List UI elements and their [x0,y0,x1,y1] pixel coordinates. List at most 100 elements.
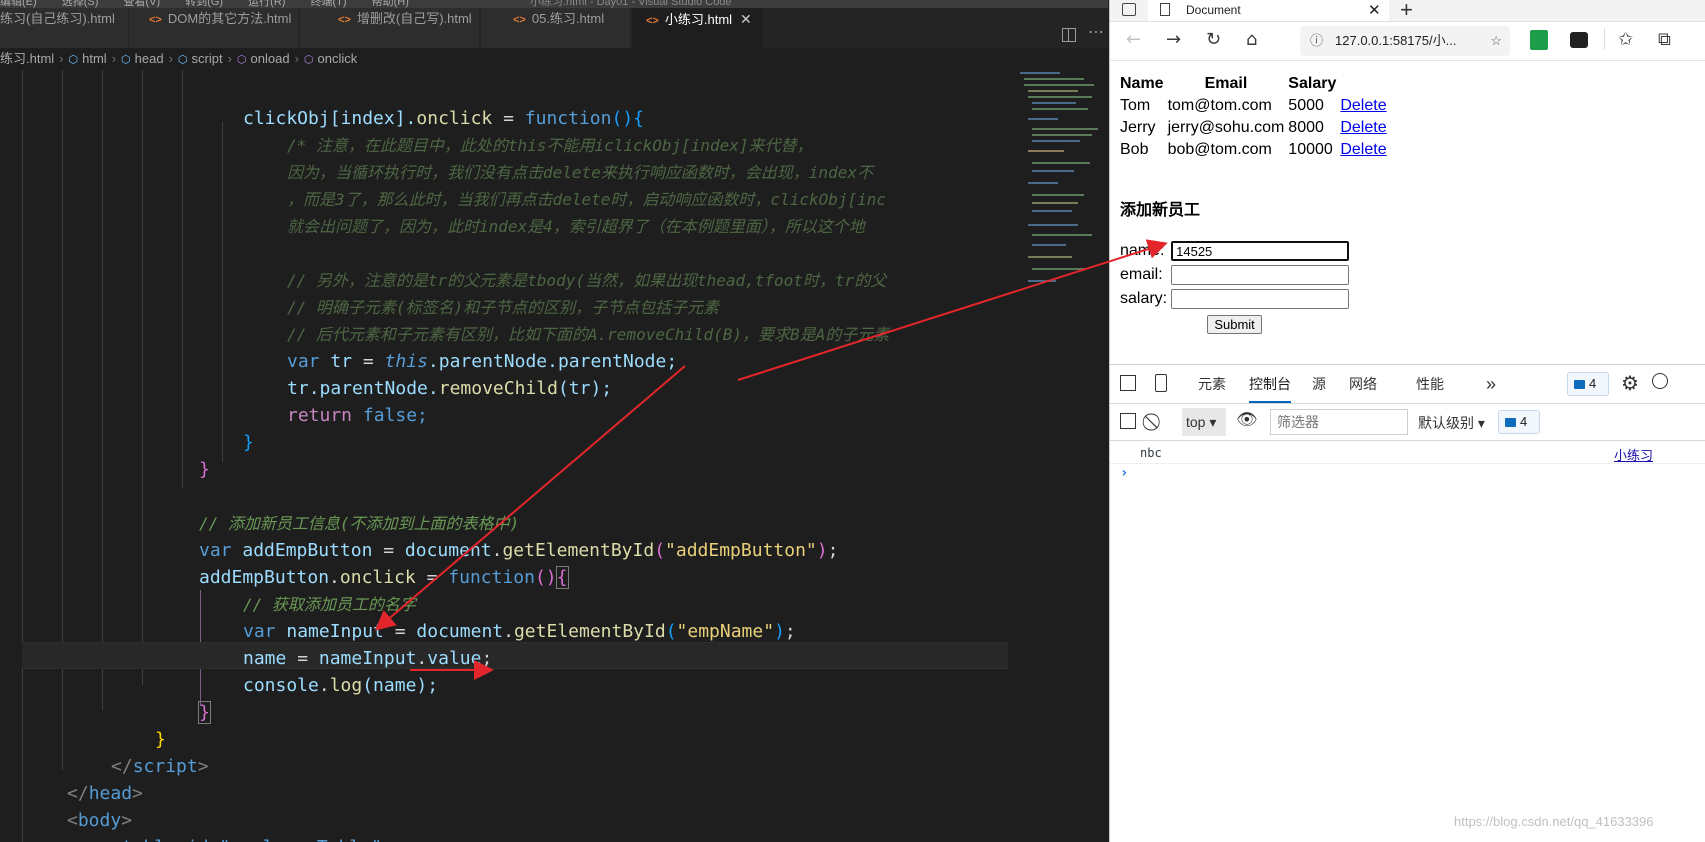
tab-crud-self[interactable]: <> 增删改(自己写).html [300,8,480,48]
tab-dom-other-methods[interactable]: <> DOM的其它方法.html [129,8,299,48]
filter-input[interactable]: 筛选器 [1270,409,1408,435]
extension-on-icon[interactable] [1530,30,1548,50]
back-icon[interactable]: ← [1126,30,1141,50]
code-comment: // 添加新员工信息(不添加到上面的表格中) [199,514,520,533]
column-header-action [1339,74,1387,94]
messages-badge[interactable]: 4 [1498,410,1540,434]
code-line: addEmpButton.onclick = function(){ [199,566,569,589]
code-line: } [243,432,254,453]
address-bar[interactable]: ⓘ 127.0.0.1:58175/小... ☆ [1300,26,1510,56]
salary-input[interactable] [1171,289,1350,309]
code-comment: ，而是3了，那么此时，当我们再点击delete时，启动响应函数时，clickOb… [287,190,887,209]
log-level-select[interactable]: 默认级别 ▾ [1418,413,1485,433]
browser-tab-document[interactable]: Document ✕ [1148,0,1389,21]
breadcrumb-script[interactable]: script [192,51,223,66]
console-message: nbc 小练习 [1110,441,1705,464]
breadcrumb-head[interactable]: head [135,51,164,66]
delete-link[interactable]: Delete [1340,119,1386,136]
split-editor-icon[interactable] [1062,28,1076,42]
tab-practice-self[interactable]: 练习(自己练习).html [0,8,129,48]
menu-bar: 编辑(E) 选择(S) 查看(V) 转到(G) 运行(R) 终端(T) 帮助(H… [0,0,431,8]
breadcrumb: 练习.html › ⬡ html › ⬡ head › ⬡ script › ⬡ onload › ⬡ onc… [0,48,357,70]
tab-small-practice[interactable]: <> 小练习.html ✕ [632,8,764,48]
column-header-salary: Salary [1288,75,1337,92]
extension-icon[interactable] [1570,32,1588,48]
tab-actions-icon[interactable] [1122,3,1136,16]
cell-email: tom@tom.com [1167,97,1272,114]
tab-elements[interactable]: 元素 [1198,365,1226,403]
tab-label: 05.练习.html [531,11,605,26]
close-icon[interactable]: ✕ [1368,1,1381,19]
tab-label: 练习(自己练习).html [0,11,115,26]
window-title: 小练习.html - Day01 - Visual Studio Code [530,0,732,8]
minimap[interactable] [1018,70,1108,300]
code-comment: // 明确子元素(标签名)和子节点的区别，子节点包括子元素 [287,298,720,317]
employee-table: Name Email Salary Tom tom@tom.com 5000 D… [1117,72,1390,162]
email-input[interactable] [1171,265,1350,285]
context-selector[interactable]: top ▾ [1182,408,1226,436]
breadcrumb-file[interactable]: 练习.html [0,51,54,66]
editor-tab-bar: 练习(自己练习).html <> DOM的其它方法.html <> 增删改(自己写)… [0,8,1108,48]
delete-link[interactable]: Delete [1340,141,1386,158]
html-file-icon: <> [149,14,162,26]
code-line: } [199,459,210,480]
console-prompt[interactable]: › [1120,465,1128,481]
code-comment: // 获取添加员工的名字 [243,595,416,614]
issues-badge[interactable]: 4 [1567,372,1609,396]
menu-selection[interactable]: 选择(S) [62,0,99,8]
add-favorite-icon[interactable]: ☆ [1490,26,1502,56]
indent-guide [102,70,103,710]
console-source-link[interactable]: 小练习 [1614,445,1653,464]
tab-console[interactable]: 控制台 [1249,365,1291,403]
menu-terminal[interactable]: 终端(T) [311,0,347,8]
more-actions-icon[interactable]: ⋯ [1088,22,1104,41]
cell-name: Bob [1120,141,1149,158]
favorites-icon[interactable]: ✩ [1618,30,1633,50]
breadcrumb-onload[interactable]: onload [251,51,290,66]
menu-edit[interactable]: 编辑(E) [0,0,37,8]
delete-link[interactable]: Delete [1340,97,1386,114]
eye-icon[interactable]: 👁 [1236,410,1258,430]
vscode-window: 编辑(E) 选择(S) 查看(V) 转到(G) 运行(R) 终端(T) 帮助(H… [0,0,1108,842]
close-icon[interactable]: ✕ [740,11,752,27]
forward-icon[interactable]: → [1166,30,1181,50]
address-text: 127.0.0.1:58175/小... [1335,33,1457,48]
web-page: Name Email Salary Tom tom@tom.com 5000 D… [1110,62,1705,364]
table-row: Bob bob@tom.com 10000 Delete [1119,140,1388,160]
sidebar-toggle-icon[interactable] [1120,413,1136,429]
profile-icon[interactable] [1652,373,1668,389]
inspect-element-icon[interactable] [1120,375,1136,391]
tab-sources[interactable]: 源 [1312,365,1326,403]
email-label: email: [1120,266,1163,283]
tab-network[interactable]: 网络 [1349,365,1377,403]
name-input[interactable] [1171,241,1350,261]
more-tabs-icon[interactable]: » [1486,365,1496,403]
settings-gear-icon[interactable]: ⚙ [1621,371,1639,396]
tab-05-practice[interactable]: <> 05.练习.html [481,8,631,48]
tab-performance[interactable]: 性能 [1416,365,1444,403]
cell-salary: 5000 [1288,97,1324,114]
new-tab-icon[interactable]: + [1400,0,1413,23]
chevron-right-icon: › [59,51,64,66]
cell-name: Jerry [1120,119,1156,136]
chevron-right-icon: › [168,51,173,66]
refresh-icon[interactable]: ↻ [1206,30,1221,50]
breadcrumb-onclick[interactable]: onclick [318,51,358,66]
menu-run[interactable]: 运行(R) [248,0,285,8]
cell-email: bob@tom.com [1167,141,1272,158]
code-comment: // 后代元素和子元素有区别，比如下面的A.removeChild(B)，要求B… [287,325,890,344]
code-editor[interactable]: clickObj[index].onclick = function(){ /*… [0,70,1008,842]
device-emulation-icon[interactable] [1155,374,1167,392]
breadcrumb-html[interactable]: html [82,51,107,66]
salary-label: salary: [1120,290,1168,307]
info-icon[interactable]: ⓘ [1310,33,1323,48]
chevron-right-icon: › [227,51,232,66]
code-line: } [155,729,166,750]
menu-help[interactable]: 帮助(H) [372,0,409,8]
home-icon[interactable]: ⌂ [1246,30,1257,50]
submit-button[interactable]: Submit [1207,315,1262,334]
indent-guide [222,122,223,462]
menu-go[interactable]: 转到(G) [185,0,223,8]
menu-view[interactable]: 查看(V) [123,0,160,8]
collections-icon[interactable]: ⧉ [1658,30,1671,50]
